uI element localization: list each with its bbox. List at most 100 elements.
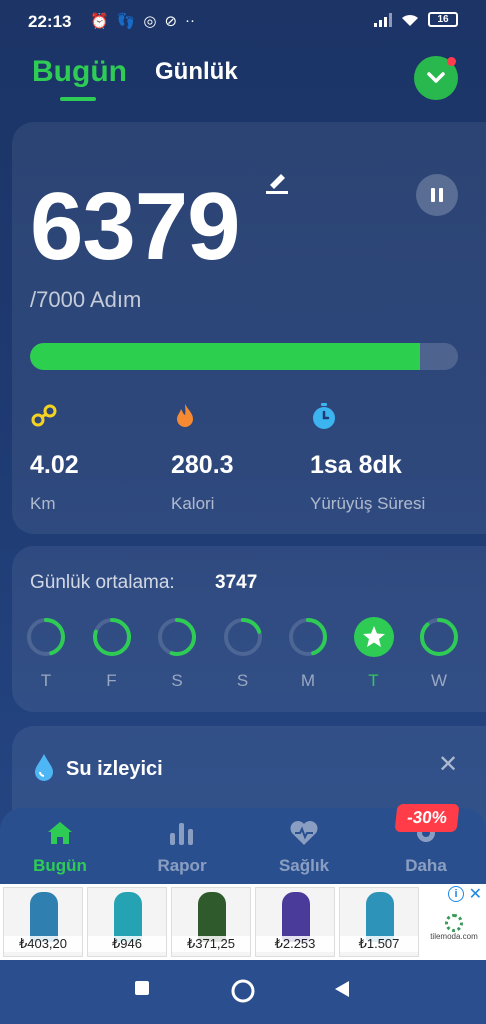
pause-icon [431,188,443,202]
stat-walk-time: 1sa 8dk Yürüyüş Süresi [310,402,425,514]
day-5[interactable]: T [353,617,395,691]
ad-banner[interactable]: ₺403,20 ₺946 ₺371,25 ₺2.253 ₺1.507 tilem… [0,884,486,960]
home-button-icon[interactable] [230,978,256,1004]
water-tracker-title: Su izleyici [66,758,163,780]
distance-label: Km [30,494,56,513]
wifi-icon [402,14,418,26]
ad-product-image [114,892,142,942]
stat-distance: 4.02 Km [30,402,79,514]
day-label: S [171,671,183,690]
day-1[interactable]: F [91,617,133,691]
ad-product-image [366,892,394,942]
day-label: T [368,671,379,690]
pause-button[interactable] [416,174,458,216]
ad-product-image [198,892,226,942]
steps-progress-bar [30,343,458,370]
walk-time-label: Yürüyüş Süresi [310,494,426,513]
nav-label-more: Daha [405,856,447,875]
status-time: 22:13 [28,12,72,31]
distance-value: 4.02 [30,451,79,479]
ad-product-price: ₺2.253 [256,936,334,952]
day-2[interactable]: S [156,617,198,691]
day-label: S [236,671,249,690]
nav-item-report[interactable]: Rapor [134,818,230,876]
more-dots-icon: ·· [185,12,196,29]
tab-today[interactable]: Bugün [32,55,127,89]
nav-label-report: Rapor [157,856,207,875]
ad-info-icon[interactable]: i [448,886,464,902]
ad-brand-name: tilemoda.com [430,932,478,941]
calories-label: Kalori [171,494,215,513]
weekly-card: Günlük ortalama: 3747 T F S S M T W [12,546,486,712]
ad-product[interactable]: ₺2.253 [255,887,335,957]
battery-level: 16 [437,14,449,25]
ad-close-icon[interactable]: ✕ [469,884,482,904]
nav-label-health: Sağlık [278,856,330,875]
ad-product-price: ₺403,20 [4,936,82,952]
system-status-icons: 16 [374,12,458,27]
progress-ring [223,618,262,656]
timer-icon [313,403,335,429]
progress-ring [289,618,327,656]
battery-icon: 16 [428,12,458,27]
day-label: T [40,671,52,690]
ad-product[interactable]: ₺403,20 [3,887,83,957]
progress-ring [92,618,131,656]
chevron-down-icon [427,72,445,83]
water-drop-icon [35,754,53,781]
nav-label-today: Bugün [33,856,87,875]
daily-average-label: Günlük ortalama: [30,572,175,593]
back-icon[interactable] [334,980,350,998]
system-navigation-bar [0,960,486,1024]
progress-ring [158,618,196,656]
ad-product-price: ₺1.507 [340,936,418,952]
ad-product-image [30,892,58,942]
steps-card: 6379 /7000 Adım 4.02 Km 280.3 Kalori 1sa… [12,122,486,534]
ad-product[interactable]: ₺371,25 [171,887,251,957]
recents-icon[interactable] [134,980,150,996]
ad-product-image [282,892,310,942]
footsteps-icon: 👣 [116,13,136,30]
stat-calories: 280.3 Kalori [171,402,234,514]
steps-count: 6379 [30,173,241,280]
day-0[interactable]: T [25,617,67,691]
day-label: M [300,671,316,690]
signal-icon [374,12,392,27]
daily-average-value: 3747 [215,572,258,593]
day-4[interactable]: M [287,617,329,691]
day-label: W [430,671,448,690]
discount-badge[interactable]: -30% [394,804,460,832]
ad-product[interactable]: ₺946 [87,887,167,957]
day-label: F [106,671,117,690]
distance-icon [31,404,57,427]
tab-today-indicator [60,97,96,101]
walk-time-value: 1sa 8dk [310,451,402,479]
alarm-icon: ⏰ [90,13,109,30]
day-3[interactable]: S [222,617,264,691]
ad-brand-logo [445,914,463,932]
edit-icon[interactable] [264,168,290,199]
blocked-icon: ⊘ [164,13,178,30]
status-bar: 22:13 ⏰ 👣 ◎ ⊘ ·· 16 [0,0,486,44]
nav-item-health[interactable]: Sağlık [256,818,352,876]
day-6[interactable]: W [418,617,460,691]
steps-progress-fill [30,343,420,370]
progress-ring [420,618,458,656]
home-icon [48,822,72,844]
ad-product-price: ₺371,25 [172,936,250,952]
calories-value: 280.3 [171,451,234,479]
progress-ring [27,618,65,656]
flame-icon [177,404,193,427]
ad-product-price: ₺946 [88,936,166,952]
star-icon [353,617,394,657]
notification-dot [447,57,456,66]
nav-item-today[interactable]: Bugün [12,818,108,876]
ad-product[interactable]: ₺1.507 [339,887,419,957]
tab-daily[interactable]: Günlük [155,58,238,86]
step-goal: /7000 Adım [30,287,142,312]
whatsapp-icon: ◎ [143,13,157,30]
bar-chart-icon [170,823,193,845]
close-icon[interactable]: ✕ [438,750,458,779]
notification-icons: ⏰ 👣 ◎ ⊘ ·· [90,12,195,30]
heart-pulse-icon [290,821,318,845]
